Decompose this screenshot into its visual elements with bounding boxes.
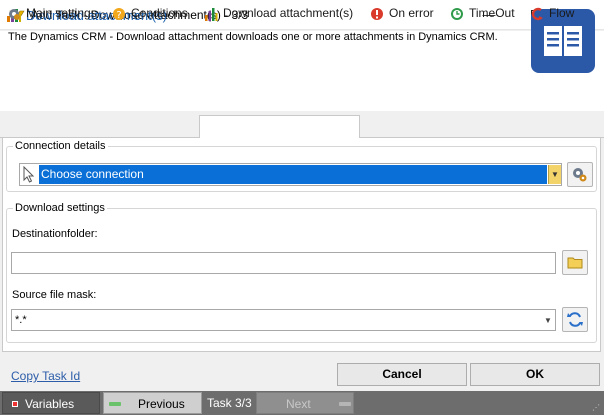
task-description: The Dynamics CRM - Download attachment d…: [8, 31, 498, 43]
dynamics-icon: [205, 8, 218, 21]
active-tab-frame: [199, 115, 360, 139]
chevron-down-icon[interactable]: ▼: [544, 316, 552, 325]
connection-settings-button[interactable]: [567, 162, 593, 187]
tab-on-error[interactable]: On error: [370, 4, 440, 24]
previous-label: Previous: [138, 397, 185, 411]
next-label: Next: [286, 397, 311, 411]
copy-task-id-link[interactable]: Copy Task Id: [11, 369, 80, 383]
browse-folder-button[interactable]: [562, 250, 588, 275]
ok-button[interactable]: OK: [470, 363, 600, 386]
refresh-button[interactable]: [562, 307, 588, 332]
destination-folder-label: Destinationfolder:: [12, 228, 98, 240]
tab-label: Conditions: [131, 6, 188, 20]
variables-icon: [12, 401, 18, 407]
conditions-icon: ?: [113, 8, 125, 21]
tab-timeout[interactable]: TimeOut: [450, 4, 520, 24]
resize-grip-icon[interactable]: ⋰: [592, 403, 600, 412]
tab-flow[interactable]: Flow: [530, 4, 590, 24]
folder-icon: [567, 257, 583, 269]
connection-group-label: Connection details: [13, 140, 108, 152]
chevron-down-icon: ▼: [551, 170, 559, 179]
connection-settings-icon: [573, 168, 587, 182]
connection-dropdown-arrow[interactable]: ▼: [548, 165, 561, 184]
tab-conditions[interactable]: ? Conditions: [112, 4, 192, 24]
task-counter: Task 3/3: [207, 396, 252, 410]
tab-main-settings[interactable]: Main settings: [7, 4, 99, 24]
tab-download-attachments[interactable]: Download attachment(s): [204, 4, 356, 24]
tab-label: TimeOut: [469, 6, 515, 20]
pointer-icon: [23, 166, 35, 183]
source-file-mask-label: Source file mask:: [12, 289, 97, 301]
svg-text:?: ?: [116, 10, 121, 21]
previous-button[interactable]: Previous: [103, 392, 202, 414]
source-file-mask-input[interactable]: *.*: [11, 309, 556, 331]
timeout-icon: [451, 8, 463, 20]
variables-button[interactable]: Variables: [2, 392, 100, 414]
tab-label: Flow: [549, 6, 575, 20]
error-icon: [371, 8, 383, 20]
flow-icon: [531, 7, 543, 21]
arrow-left-icon: [109, 402, 121, 406]
tab-label: On error: [389, 6, 434, 20]
download-group-label: Download settings: [13, 202, 107, 214]
tab-label: Download attachment(s): [223, 6, 354, 20]
variables-label: Variables: [25, 397, 75, 411]
cancel-button[interactable]: Cancel: [337, 363, 467, 386]
arrow-right-icon: [339, 402, 351, 406]
connection-selected-value[interactable]: Choose connection: [39, 165, 547, 184]
refresh-icon: [567, 312, 583, 327]
destination-folder-input[interactable]: [11, 252, 556, 274]
task-header: [0, 31, 604, 111]
tab-label: Main settings: [26, 6, 97, 20]
next-button: Next: [256, 392, 354, 414]
gear-icon: [9, 9, 20, 20]
